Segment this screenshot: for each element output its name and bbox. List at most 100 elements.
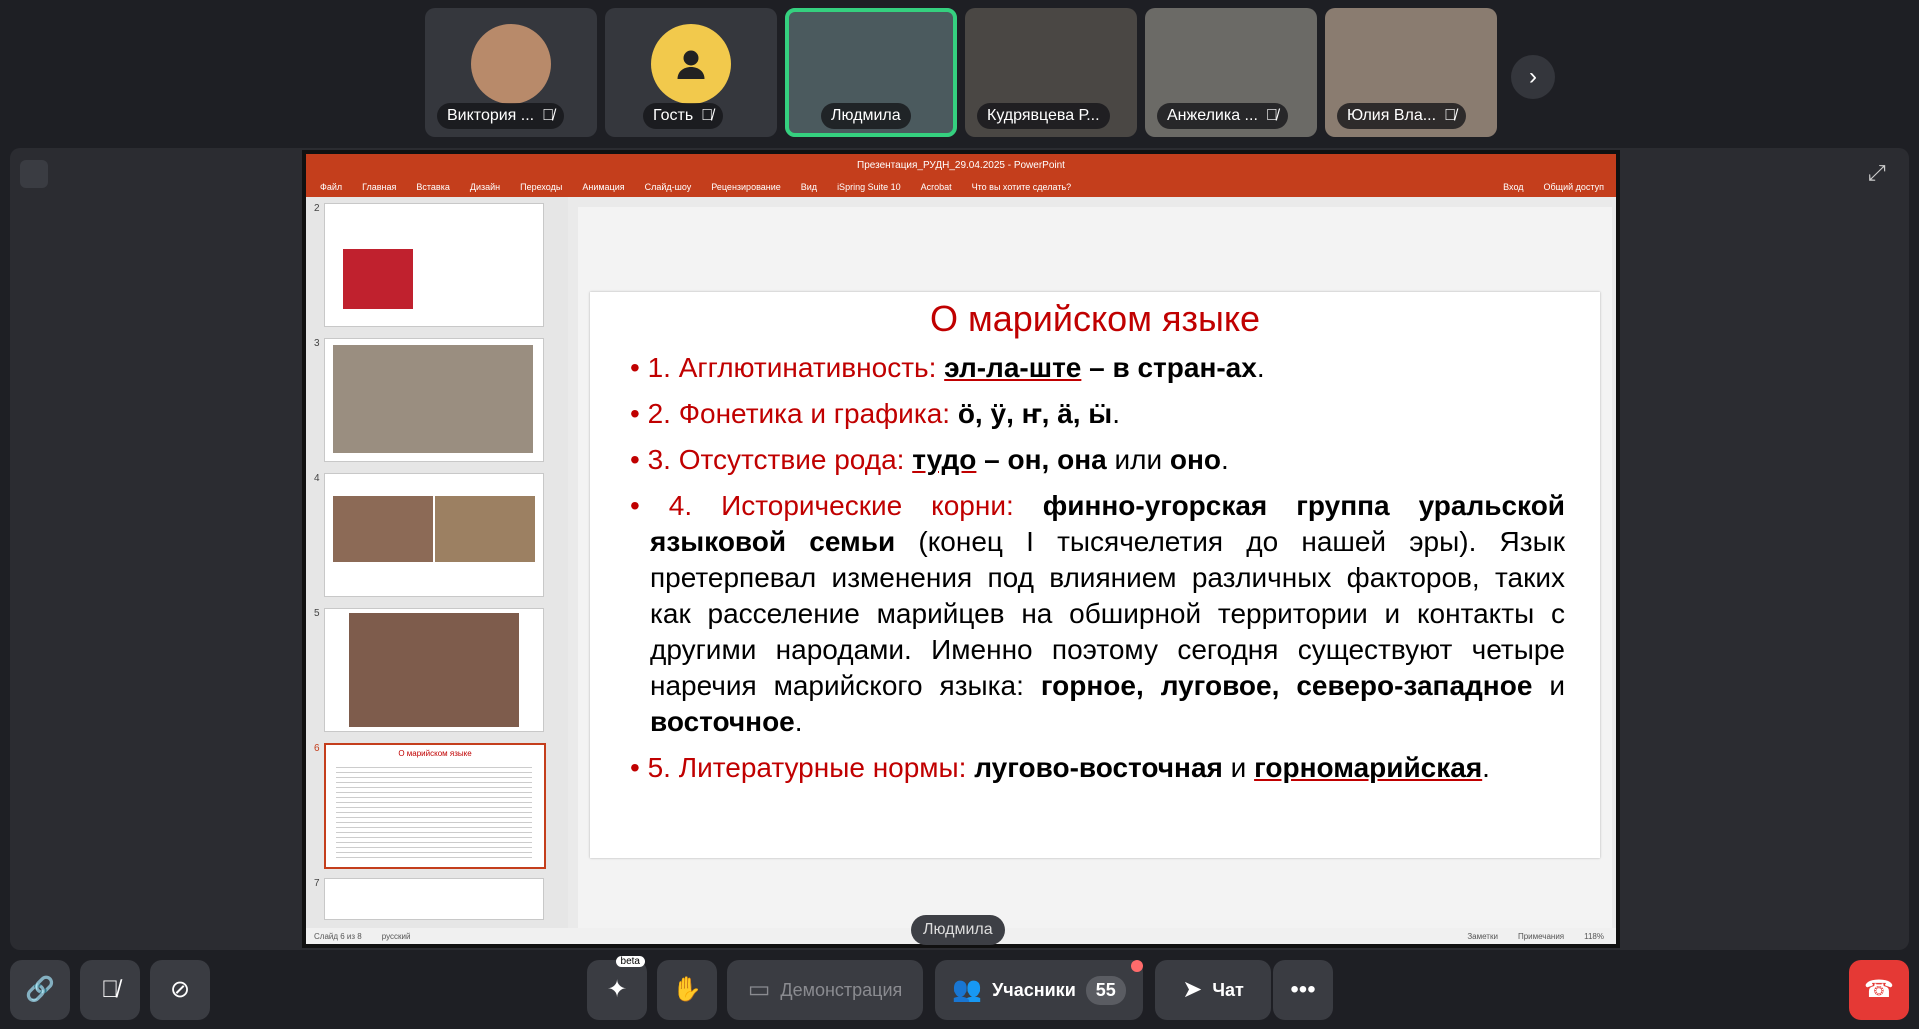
chevron-right-icon[interactable]: › [1511,55,1555,99]
participant-name: Людмила [831,107,901,124]
link-icon: 🔗 [25,976,55,1003]
sparkle-icon: ✦ [606,976,628,1003]
slide-thumb[interactable] [324,338,544,462]
participant-name: Юлия Вла... [1347,107,1437,124]
thumb-number: 5 [314,608,320,619]
menu-item[interactable]: Вставка [416,182,449,192]
participants-label: Учасники [992,979,1076,1000]
phone-hangup-icon: ☎ [1864,976,1894,1003]
chat-button[interactable]: ➤ Чат [1155,960,1271,1020]
ai-assistant-button[interactable]: ✦ beta [587,956,647,1020]
slide-editor: О марийском языке • 1. Агглютинативность… [578,207,1612,929]
slide-counter: Слайд 6 из 8 [314,931,362,941]
participant-tile-active[interactable]: Людмила [785,8,957,137]
person-icon [651,24,731,104]
thumb-number: 3 [314,338,320,349]
notification-dot [1131,960,1143,972]
comments-button[interactable]: Примечания [1518,932,1564,941]
slide-thumb[interactable] [324,878,544,920]
signin-link[interactable]: Вход [1503,182,1523,192]
mic-button[interactable]: 🎙̸ [80,960,140,1020]
speaker-label: Людмила [911,915,1005,945]
notes-button[interactable]: Заметки [1467,932,1498,941]
share-button[interactable]: Общий доступ [1544,182,1616,192]
menu-item[interactable]: Анимация [582,182,624,192]
bullet-2: • 2. Фонетика и графика: ӧ, ӱ, ҥ, ӓ, ӹ. [630,398,1120,429]
slide-thumbnails: 2 3 4 5 6 О марийском языке 7 [306,197,568,929]
mic-muted-icon: 🎙̸ [542,107,555,124]
thumb-number: 6 [314,743,320,754]
slide-title: О марийском языке [930,298,1260,339]
slide-thumb[interactable] [324,608,544,732]
participant-tile[interactable]: Гость 🎙̸ [605,8,777,137]
more-button[interactable]: ••• [1273,960,1333,1020]
slide-thumb[interactable] [324,203,544,327]
powerpoint-window: Презентация_РУДН_29.04.2025 - PowerPoint… [302,150,1620,948]
participant-name: Гость [653,107,694,124]
people-icon: 👥 [952,976,983,1003]
participant-tile[interactable]: Анжелика ... 🎙̸ [1145,8,1317,137]
participant-tile[interactable]: Виктория ... 🎙̸ [425,8,597,137]
participant-name: Анжелика ... [1167,107,1258,124]
bullet-3: • 3. Отсутствие рода: тудо – он, она или… [630,444,1229,475]
participants-count: 55 [1085,975,1126,1005]
ppt-titlebar: Презентация_РУДН_29.04.2025 - PowerPoint [306,154,1616,176]
menu-item[interactable]: Рецензирование [711,182,781,192]
fullscreen-icon[interactable]: ⤢ [1868,160,1886,186]
signal-icon [20,160,48,188]
avatar [471,24,551,104]
participant-label: Анжелика ... 🎙̸ [1157,103,1288,129]
menu-item[interactable]: Дизайн [470,182,500,192]
menu-item[interactable]: Переходы [520,182,562,192]
bullet-5: • 5. Литературные нормы: лугово-восточна… [630,752,1490,783]
chat-label: Чат [1212,979,1244,1000]
menu-item[interactable]: Acrobat [921,182,952,192]
thumb-title: О марийском языке [398,749,472,758]
camera-off-icon: ⊘ [169,976,191,1003]
language-indicator[interactable]: русский [382,932,411,941]
menu-item[interactable]: iSpring Suite 10 [837,182,901,192]
participant-name: Кудрявцева Р... [987,107,1100,124]
menu-item[interactable]: Слайд-шоу [645,182,692,192]
thumb-number: 2 [314,203,320,214]
screen-share-button[interactable]: ▭ Демонстрация [727,960,923,1020]
mic-muted-icon: 🎙̸ [1444,107,1457,124]
raise-hand-button[interactable]: ✋ [657,960,717,1020]
participant-label: Виктория ... 🎙̸ [437,103,565,129]
participant-label: Людмила [821,103,911,129]
hand-icon: ✋ [672,976,702,1003]
participant-tile[interactable]: Юлия Вла... 🎙̸ [1325,8,1497,137]
participant-label: Гость 🎙̸ [643,103,724,129]
bullet-1: • 1. Агглютинативность: эл-ла-ште – в ст… [630,352,1265,383]
slide-thumb[interactable] [324,473,544,597]
mic-muted-icon: 🎙̸ [1265,107,1278,124]
link-button[interactable]: 🔗 [10,960,70,1020]
thumb-number: 7 [314,878,320,889]
slide-thumb-selected[interactable]: О марийском языке [324,743,546,869]
send-icon: ➤ [1182,976,1203,1003]
participant-name: Виктория ... [447,107,535,124]
screen-share-label: Демонстрация [780,979,903,1000]
mic-muted-icon: 🎙̸ [701,107,714,124]
mic-muted-icon: 🎙̸ [101,976,119,1003]
beta-badge: beta [615,956,645,967]
tell-me-search[interactable]: Что вы хотите сделать? [972,182,1072,192]
hangup-button[interactable]: ☎ [1849,960,1909,1020]
camera-button[interactable]: ⊘ [150,960,210,1020]
menu-item[interactable]: Главная [362,182,396,192]
thumb-number: 4 [314,473,320,484]
bullet-list: • 1. Агглютинативность: эл-ла-ште – в ст… [630,350,1565,796]
menu-item[interactable]: Файл [320,182,342,192]
participant-label: Юлия Вла... 🎙̸ [1337,103,1467,129]
participant-label: Кудрявцева Р... [977,103,1110,129]
participant-tile[interactable]: Кудрявцева Р... [965,8,1137,137]
participants-button[interactable]: 👥 Учасники 55 [935,960,1143,1020]
bullet-4: • 4. Исторические корни: финно-угорская … [630,490,1566,737]
window-title: Презентация_РУДН_29.04.2025 - PowerPoint [857,159,1065,171]
more-icon: ••• [1290,976,1316,1003]
screen-share-icon: ▭ [747,976,771,1003]
ppt-menu: Файл Главная Вставка Дизайн Переходы Ани… [306,176,1616,197]
zoom-level[interactable]: 118% [1584,932,1616,941]
slide: О марийском языке • 1. Агглютинативность… [590,292,1600,858]
menu-item[interactable]: Вид [801,182,817,192]
